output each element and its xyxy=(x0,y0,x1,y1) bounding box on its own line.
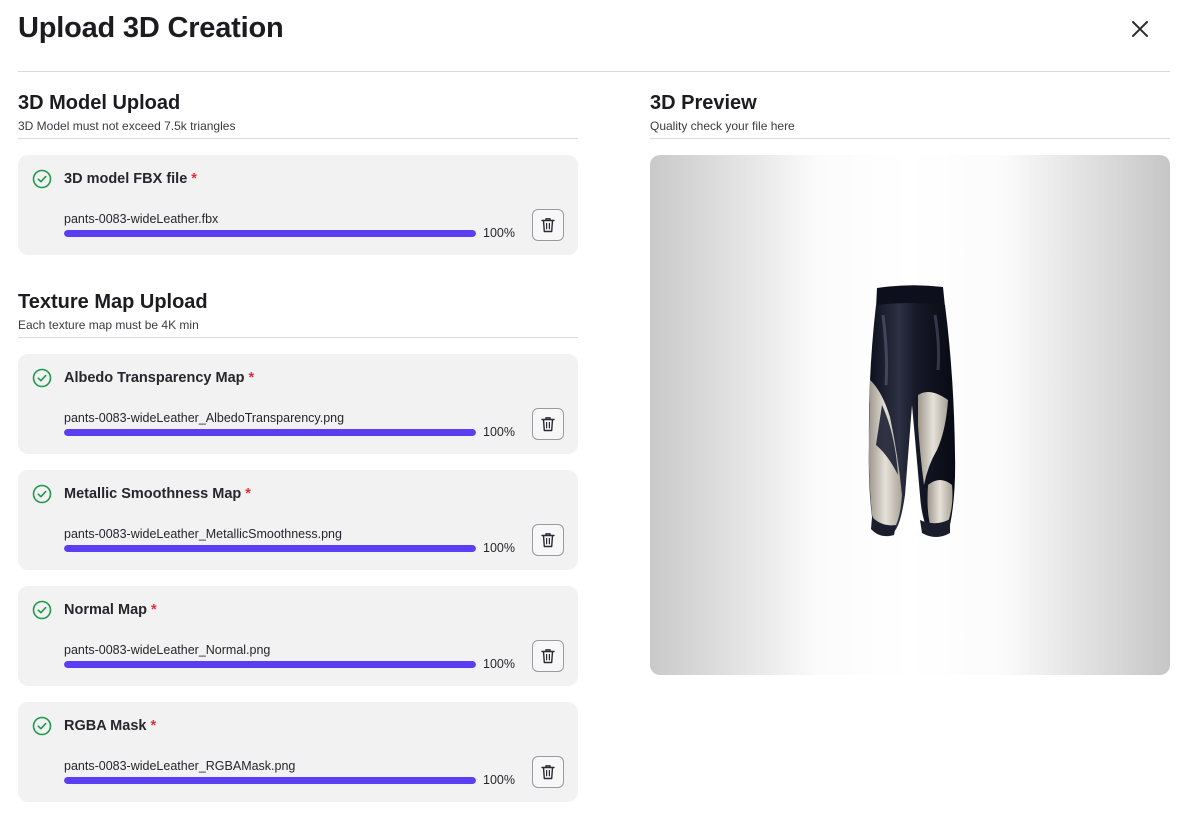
upload-progress-percent: 100% xyxy=(483,226,515,240)
delete-file-button[interactable] xyxy=(532,756,564,788)
preview-title: 3D Preview xyxy=(650,92,757,114)
upload-progress-percent: 100% xyxy=(483,541,515,555)
uploaded-file-name: pants-0083-wideLeather_MetallicSmoothnes… xyxy=(64,527,342,541)
model-section-divider xyxy=(18,138,578,139)
upload-card: Albedo Transparency Map * pants-0083-wide… xyxy=(18,354,578,454)
check-circle-icon xyxy=(32,716,52,736)
trash-icon[interactable] xyxy=(541,764,555,780)
uploaded-file-name: pants-0083-wideLeather_AlbedoTransparenc… xyxy=(64,411,345,425)
upload-card-label: 3D model FBX file xyxy=(64,171,188,187)
required-marker: * xyxy=(150,718,157,734)
upload-progress-fill xyxy=(64,661,476,668)
required-marker: * xyxy=(151,602,157,618)
check-circle-icon xyxy=(32,600,52,620)
upload-progress-bar xyxy=(64,230,476,237)
upload-progress-fill xyxy=(64,545,476,552)
preview-header: 3D Preview Quality check your file here xyxy=(650,91,795,133)
texture-section-divider xyxy=(18,337,578,338)
close-icon[interactable] xyxy=(1131,20,1149,38)
upload-card-label: Metallic Smoothness Map xyxy=(64,486,242,502)
upload-card-label: Albedo Transparency Map xyxy=(64,370,245,386)
texture-upload-subtitle: Each texture map must be 4K min xyxy=(18,318,199,332)
trash-icon[interactable] xyxy=(541,217,555,233)
trash-icon[interactable] xyxy=(541,532,555,548)
trash-icon[interactable] xyxy=(541,416,555,432)
check-circle-icon xyxy=(32,169,52,189)
required-marker: * xyxy=(245,486,251,502)
upload-card-label: Normal Map xyxy=(64,602,147,618)
uploaded-file-name: pants-0083-wideLeather.fbx xyxy=(64,212,219,226)
check-circle-icon xyxy=(32,368,52,388)
modal-title: Upload 3D Creation xyxy=(18,12,284,44)
preview-section-divider xyxy=(650,138,1170,139)
delete-file-button[interactable] xyxy=(532,408,564,440)
delete-file-button[interactable] xyxy=(532,524,564,556)
trash-icon[interactable] xyxy=(541,648,555,664)
upload-progress-percent: 100% xyxy=(483,425,515,439)
check-circle-icon xyxy=(32,484,52,504)
upload-card: 3D model FBX file * pants-0083-wideLeathe… xyxy=(18,155,578,255)
upload-card-title: 3D model FBX file * xyxy=(64,171,197,187)
upload-card: Normal Map * pants-0083-wideLeather_Norma… xyxy=(18,586,578,686)
upload-card-title: Metallic Smoothness Map * xyxy=(64,486,251,502)
upload-card: RGBA Mask * pants-0083-wideLeather_RGBAMa… xyxy=(18,702,578,802)
required-marker: * xyxy=(248,370,255,386)
model-upload-title: 3D Model Upload xyxy=(18,92,181,114)
pants-model-preview xyxy=(868,285,956,537)
model-upload-header: 3D Model Upload 3D Model must not exceed… xyxy=(18,91,235,133)
upload-progress-bar xyxy=(64,661,476,668)
upload-card-title: RGBA Mask * xyxy=(64,718,156,734)
upload-card: Metallic Smoothness Map * pants-0083-wide… xyxy=(18,470,578,570)
uploaded-file-name: pants-0083-wideLeather_Normal.png xyxy=(64,643,271,657)
upload-card-title: Albedo Transparency Map * xyxy=(64,370,254,386)
header-divider xyxy=(18,71,1170,72)
upload-progress-percent: 100% xyxy=(483,773,515,787)
texture-upload-title: Texture Map Upload xyxy=(18,291,208,313)
close-button[interactable] xyxy=(1125,14,1155,44)
delete-file-button[interactable] xyxy=(532,209,564,241)
upload-progress-bar xyxy=(64,777,476,784)
uploaded-file-name: pants-0083-wideLeather_RGBAMask.png xyxy=(64,759,296,773)
delete-file-button[interactable] xyxy=(532,640,564,672)
upload-progress-fill xyxy=(64,777,476,784)
upload-progress-fill xyxy=(64,230,476,237)
upload-card-label: RGBA Mask xyxy=(64,718,147,734)
upload-card-title: Normal Map * xyxy=(64,602,157,618)
upload-progress-percent: 100% xyxy=(483,657,515,671)
upload-progress-bar xyxy=(64,429,476,436)
3d-preview-viewport[interactable] xyxy=(650,155,1170,675)
preview-subtitle: Quality check your file here xyxy=(650,119,795,133)
required-marker: * xyxy=(191,171,197,187)
upload-progress-fill xyxy=(64,429,476,436)
texture-upload-header: Texture Map Upload Each texture map must… xyxy=(18,290,208,332)
model-upload-subtitle: 3D Model must not exceed 7.5k triangles xyxy=(18,119,236,133)
upload-progress-bar xyxy=(64,545,476,552)
